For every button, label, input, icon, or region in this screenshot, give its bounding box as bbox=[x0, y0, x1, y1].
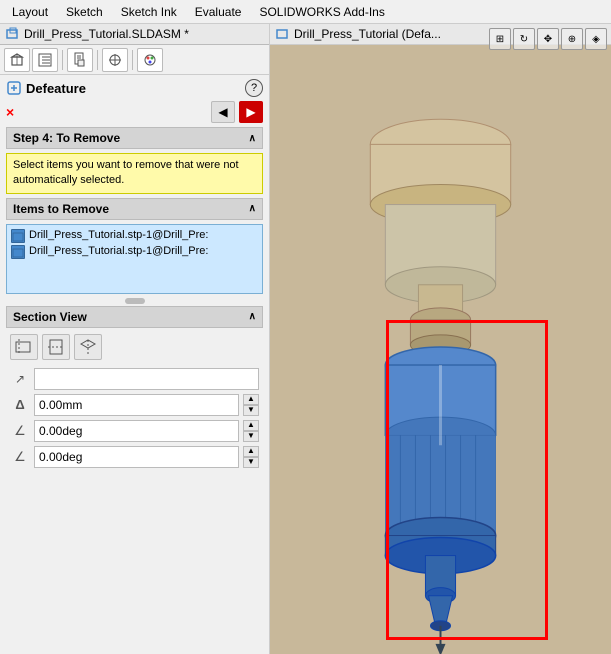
menu-sketch[interactable]: Sketch bbox=[58, 3, 111, 21]
delta-icon: Δ bbox=[10, 395, 30, 415]
menu-sketch-ink[interactable]: Sketch Ink bbox=[113, 3, 185, 21]
3d-model-svg bbox=[270, 45, 611, 654]
toolbar-divider2 bbox=[97, 50, 98, 70]
items-list[interactable]: Drill_Press_Tutorial.stp-1@Drill_Pre: Dr… bbox=[6, 224, 263, 294]
feature-close-row: × ◀ ▶ bbox=[6, 101, 263, 123]
left-panel: Drill_Press_Tutorial.SLDASM * bbox=[0, 24, 270, 654]
step4-chevron: ∧ bbox=[249, 133, 256, 144]
angle2-input-row: ∠ ▲ ▼ bbox=[10, 446, 259, 468]
list-icon bbox=[37, 52, 53, 68]
ref-input[interactable] bbox=[34, 368, 259, 390]
distance-input[interactable] bbox=[34, 394, 239, 416]
section-view-content: ↗ Δ ▲ ▼ ∠ bbox=[6, 328, 263, 478]
section-plane-y-icon bbox=[47, 338, 65, 356]
nav-forward-button[interactable]: ▶ bbox=[239, 101, 263, 123]
distance-input-row: Δ ▲ ▼ bbox=[10, 394, 259, 416]
section-plane-z-icon bbox=[79, 338, 97, 356]
items-section: Items to Remove ∧ Drill_Press_Tutorial.s… bbox=[6, 198, 263, 294]
right-panel: Drill_Press_Tutorial (Defa... ⊞ ↻ ✥ ⊕ ◈ bbox=[270, 24, 611, 654]
item-icon-1 bbox=[11, 229, 25, 243]
list-button[interactable] bbox=[32, 48, 58, 72]
angle2-input[interactable] bbox=[34, 446, 239, 468]
angle1-input[interactable] bbox=[34, 420, 239, 442]
file-title-bar: Drill_Press_Tutorial.SLDASM * bbox=[0, 24, 269, 45]
menu-addins[interactable]: SOLIDWORKS Add-Ins bbox=[251, 3, 392, 21]
3d-model-area[interactable] bbox=[270, 45, 611, 654]
feature-header: Defeature ? bbox=[6, 79, 263, 97]
step4-header[interactable]: Step 4: To Remove ∧ bbox=[6, 127, 263, 149]
step4-info-text: Select items you want to remove that wer… bbox=[13, 159, 239, 186]
angle2-spin-up[interactable]: ▲ bbox=[243, 446, 259, 457]
doc-button[interactable] bbox=[67, 48, 93, 72]
cube-button[interactable] bbox=[4, 48, 30, 72]
help-button[interactable]: ? bbox=[245, 79, 263, 97]
distance-spinner: ▲ ▼ bbox=[243, 394, 259, 416]
section-view-chevron: ∧ bbox=[249, 311, 256, 322]
drag-handle[interactable] bbox=[125, 298, 145, 304]
defeature-icon bbox=[6, 80, 22, 96]
arrow-icon: ↗ bbox=[10, 369, 30, 389]
distance-spin-down[interactable]: ▼ bbox=[243, 405, 259, 416]
ref-input-row: ↗ bbox=[10, 368, 259, 390]
defeature-label: Defeature bbox=[26, 81, 86, 96]
crosshair-button[interactable] bbox=[102, 48, 128, 72]
feature-title: Defeature bbox=[6, 80, 86, 96]
part-icon bbox=[12, 230, 26, 244]
item-text-1: Drill_Press_Tutorial.stp-1@Drill_Pre: bbox=[29, 229, 208, 241]
nav-back-button[interactable]: ◀ bbox=[211, 101, 235, 123]
section-plane-z-button[interactable] bbox=[74, 334, 102, 360]
angle2-spin-down[interactable]: ▼ bbox=[243, 457, 259, 468]
section-view-title: Section View bbox=[13, 310, 87, 324]
palette-icon bbox=[142, 52, 158, 68]
section-view-section: Section View ∧ bbox=[6, 306, 263, 478]
crosshair-icon bbox=[107, 52, 123, 68]
toolbar-divider bbox=[62, 50, 63, 70]
distance-spin-up[interactable]: ▲ bbox=[243, 394, 259, 405]
toolbar-divider3 bbox=[132, 50, 133, 70]
assembly-tree-icon bbox=[276, 27, 290, 41]
section-plane-x-icon bbox=[15, 338, 33, 356]
step4-title: Step 4: To Remove bbox=[13, 131, 120, 145]
angle1-spin-up[interactable]: ▲ bbox=[243, 420, 259, 431]
angle1-icon: ∠ bbox=[10, 421, 30, 441]
section-plane-y-button[interactable] bbox=[42, 334, 70, 360]
step4-info: Select items you want to remove that wer… bbox=[6, 153, 263, 194]
menu-bar: Layout Sketch Sketch Ink Evaluate SOLIDW… bbox=[0, 0, 611, 24]
assembly-icon bbox=[6, 27, 20, 41]
menu-evaluate[interactable]: Evaluate bbox=[187, 3, 250, 21]
angle1-spinner: ▲ ▼ bbox=[243, 420, 259, 442]
item-text-2: Drill_Press_Tutorial.stp-1@Drill_Pre: bbox=[29, 245, 208, 257]
main-area: Drill_Press_Tutorial.SLDASM * bbox=[0, 24, 611, 654]
items-title: Items to Remove bbox=[13, 202, 109, 216]
angle2-spinner: ▲ ▼ bbox=[243, 446, 259, 468]
section-plane-x-button[interactable] bbox=[10, 334, 38, 360]
list-item: Drill_Press_Tutorial.stp-1@Drill_Pre: bbox=[11, 229, 258, 243]
part-icon2 bbox=[12, 246, 26, 260]
cube-icon bbox=[9, 52, 25, 68]
menu-layout[interactable]: Layout bbox=[4, 3, 56, 21]
angle1-spin-down[interactable]: ▼ bbox=[243, 431, 259, 442]
main-toolbar bbox=[0, 45, 269, 75]
angle2-icon: ∠ bbox=[10, 447, 30, 467]
file-title: Drill_Press_Tutorial.SLDASM * bbox=[24, 27, 189, 41]
doc-icon bbox=[72, 52, 88, 68]
drag-area bbox=[6, 298, 263, 304]
angle1-input-row: ∠ ▲ ▼ bbox=[10, 420, 259, 442]
step4-section: Step 4: To Remove ∧ Select items you wan… bbox=[6, 127, 263, 194]
items-header[interactable]: Items to Remove ∧ bbox=[6, 198, 263, 220]
section-view-header[interactable]: Section View ∧ bbox=[6, 306, 263, 328]
item-icon-2 bbox=[11, 245, 25, 259]
section-view-icons bbox=[10, 334, 259, 360]
feature-panel: Defeature ? × ◀ ▶ Step 4: To Remove ∧ Se… bbox=[0, 75, 269, 484]
close-button[interactable]: × bbox=[6, 104, 14, 120]
items-chevron: ∧ bbox=[249, 203, 256, 214]
tree-label: Drill_Press_Tutorial (Defa... bbox=[294, 27, 441, 41]
palette-button[interactable] bbox=[137, 48, 163, 72]
list-item: Drill_Press_Tutorial.stp-1@Drill_Pre: bbox=[11, 245, 258, 259]
